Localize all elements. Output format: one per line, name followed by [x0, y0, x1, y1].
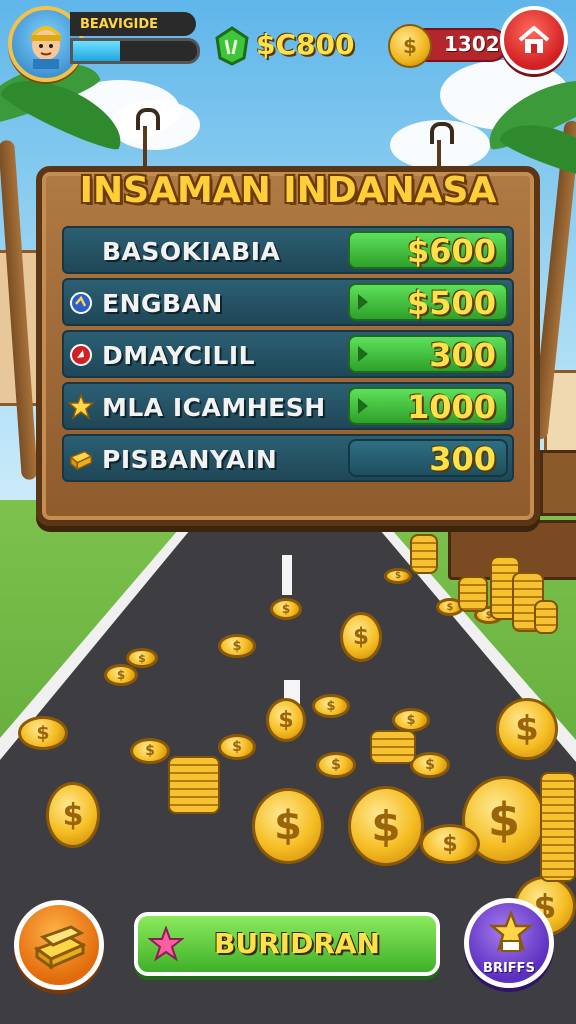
- shop-item-price-button[interactable]: $600: [348, 231, 508, 269]
- shop-item-price-button[interactable]: 300: [348, 335, 508, 373]
- coin-stack: [370, 730, 416, 764]
- gold-coin: $: [316, 752, 356, 778]
- arrow-right-icon: [358, 294, 368, 310]
- shop-title: INSAMAN INDANASA: [79, 170, 497, 211]
- shop-item-row[interactable]: DMAYCILIL 300: [62, 330, 514, 378]
- main-action-button[interactable]: BURIDRAN: [134, 912, 440, 976]
- xp-bar-fill: [73, 41, 121, 61]
- shop-item-row[interactable]: BASOKIABIA $600: [62, 226, 514, 274]
- gold-coin: $: [18, 716, 68, 750]
- shop-item-price-button[interactable]: 300: [348, 439, 508, 477]
- coin-icon: $: [388, 24, 432, 68]
- gold-coin: $: [410, 752, 450, 778]
- coin-count: 1302: [444, 32, 500, 56]
- shop-item-row[interactable]: ENGBAN $500: [62, 278, 514, 326]
- gold-bar-icon: [68, 446, 94, 472]
- red-emblem-icon: [68, 342, 94, 368]
- shop-item-price: $600: [406, 232, 496, 270]
- sign-hook: [136, 108, 160, 130]
- gold-coin: $: [218, 734, 256, 760]
- shop-item-price: 300: [429, 336, 496, 374]
- gold-coin: $: [348, 786, 424, 866]
- player-avatar-icon: [31, 26, 61, 69]
- shop-item-price: $500: [406, 284, 496, 322]
- sign-rope: [437, 140, 441, 168]
- shop-item-price-button[interactable]: 1000: [348, 387, 508, 425]
- shop-item-label: MLA ICAMHESH: [102, 393, 326, 422]
- sign-hook: [430, 122, 454, 144]
- gold-bar-button[interactable]: [14, 900, 104, 990]
- gold-coin: $: [130, 738, 170, 764]
- home-button[interactable]: [500, 6, 568, 74]
- gold-coin: $: [270, 598, 302, 620]
- shop-item-price-button[interactable]: $500: [348, 283, 508, 321]
- shop-item-row[interactable]: PISBANYAIN 300: [62, 434, 514, 482]
- coin-stack: [540, 772, 576, 882]
- shop-item-price: 1000: [406, 388, 496, 426]
- star-icon: [68, 394, 94, 420]
- sign-rope: [143, 126, 147, 168]
- gold-coin: $: [384, 568, 412, 584]
- shop-item-label: BASOKIABIA: [102, 237, 281, 266]
- gold-coin: $: [252, 788, 324, 864]
- star-trophy-icon: [488, 911, 534, 952]
- gold-coin: $: [312, 694, 350, 718]
- blue-emblem-icon: [68, 290, 94, 316]
- gold-coin: $: [126, 648, 158, 668]
- shop-item-label: ENGBAN: [102, 289, 223, 318]
- gold-coin: $: [104, 664, 138, 686]
- coin-stack: [534, 600, 558, 634]
- home-icon: [518, 26, 550, 53]
- gold-bar-icon: [33, 925, 87, 970]
- gold-coin: $: [420, 824, 480, 864]
- gold-coin: $: [218, 634, 256, 658]
- briffs-label: BRIFFS: [483, 961, 535, 976]
- briffs-button[interactable]: BRIFFS: [464, 898, 554, 988]
- main-action-label: BURIDRAN: [214, 927, 380, 960]
- shop-item-label: DMAYCILIL: [102, 341, 256, 370]
- gold-coin: $: [340, 612, 382, 662]
- arrow-right-icon: [358, 398, 368, 414]
- shop-item-price: 300: [429, 440, 496, 478]
- gold-coin: $: [46, 782, 100, 848]
- shop-item-label: PISBANYAIN: [102, 445, 278, 474]
- coin-stack: [410, 534, 438, 574]
- wooden-bench: [540, 450, 576, 516]
- shop-item-row[interactable]: MLA ICAMHESH 1000: [62, 382, 514, 430]
- coin-stack: [168, 756, 220, 814]
- xp-bar: [70, 38, 200, 64]
- gold-coin: $: [266, 698, 306, 742]
- coin-stack: [458, 576, 488, 612]
- player-name: BEAVIGIDE: [70, 12, 196, 36]
- gold-coin: $: [496, 698, 558, 760]
- cash-amount: $C800: [256, 28, 355, 61]
- green-gem-icon: [215, 26, 249, 66]
- arrow-right-icon: [358, 346, 368, 362]
- gold-coin: $: [392, 708, 430, 732]
